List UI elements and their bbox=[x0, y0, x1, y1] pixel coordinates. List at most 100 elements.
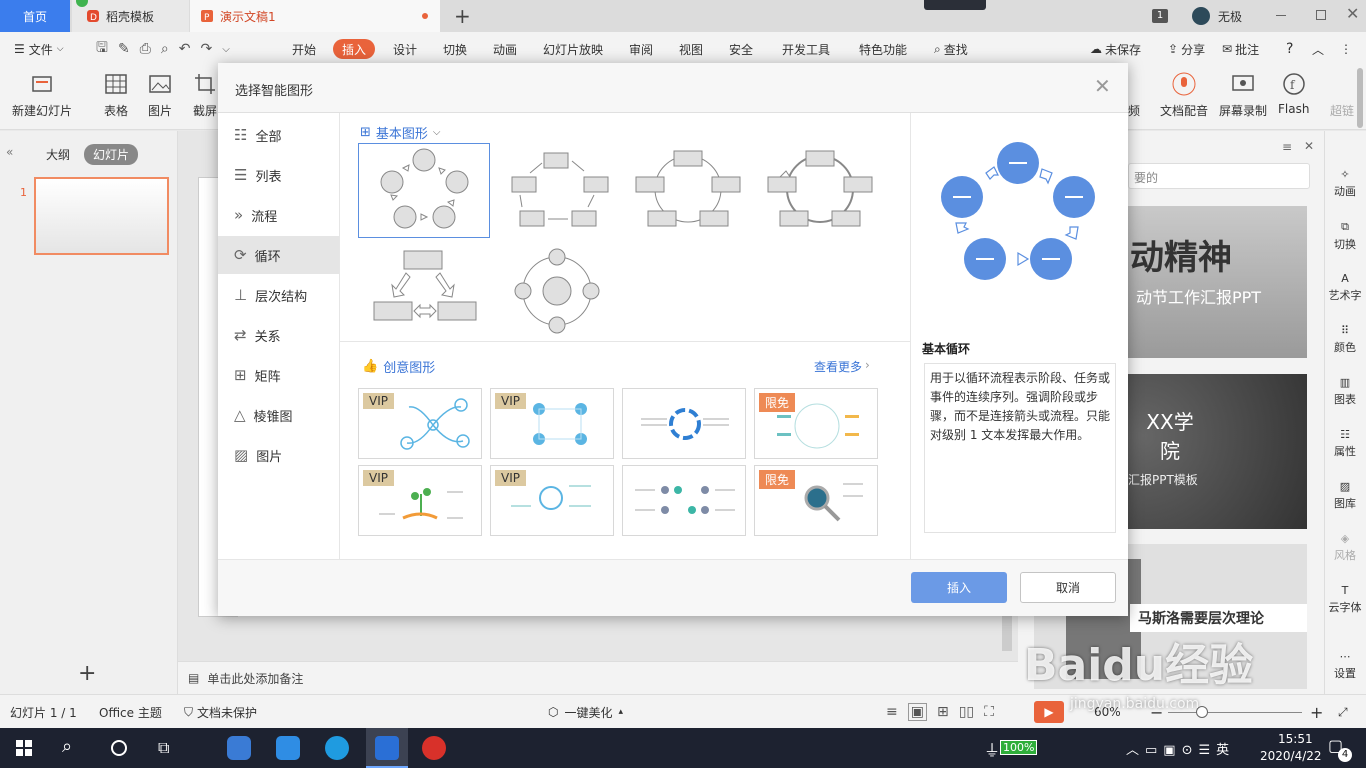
dialog-close-icon[interactable]: ✕ bbox=[1094, 74, 1111, 98]
screen-record-button[interactable]: 屏幕录制 bbox=[1219, 72, 1267, 119]
windows-start-icon[interactable] bbox=[16, 740, 32, 756]
help-button[interactable]: ? bbox=[1286, 32, 1293, 66]
menu-file[interactable]: ☰ 文件 ⌵ bbox=[14, 32, 64, 66]
tray-icons[interactable]: ︿▭▣⊙☰英 bbox=[1126, 739, 1235, 758]
right-bar-style[interactable]: ◈ 风格 bbox=[1324, 532, 1366, 563]
clock-date[interactable]: 2020/4/22 bbox=[1260, 749, 1322, 763]
category-relationship[interactable]: ⇄ 关系 bbox=[218, 316, 339, 354]
menu-start[interactable]: 开始 bbox=[292, 32, 316, 66]
clock-time[interactable]: 15:51 bbox=[1278, 732, 1313, 746]
new-tab-button[interactable]: + bbox=[454, 4, 471, 28]
audio-button[interactable]: 频 bbox=[1128, 72, 1140, 119]
category-hierarchy[interactable]: ⊥ 层次结构 bbox=[218, 276, 339, 314]
minimize-button[interactable] bbox=[1276, 15, 1286, 16]
play-button[interactable]: ▶ bbox=[1034, 701, 1064, 723]
normal-view-icon[interactable]: ▣ bbox=[907, 703, 927, 721]
customize-icon[interactable]: ⌵ bbox=[222, 44, 230, 55]
menu-developer[interactable]: 开发工具 bbox=[782, 32, 830, 66]
shape-nondirectional-cycle[interactable] bbox=[622, 143, 754, 238]
text-voice-button[interactable]: 文档配音 bbox=[1160, 72, 1208, 119]
category-cycle[interactable]: ⟳ 循环 bbox=[218, 236, 339, 274]
tab-document[interactable]: P 演示文稿1 bbox=[190, 0, 440, 32]
right-bar-chart[interactable]: ▥ 图表 bbox=[1324, 376, 1366, 407]
fullscreen-icon[interactable]: ⛶ bbox=[984, 704, 994, 720]
category-process[interactable]: » 流程 bbox=[218, 196, 339, 234]
menu-animation[interactable]: 动画 bbox=[493, 32, 517, 66]
user-avatar[interactable] bbox=[1192, 7, 1210, 25]
protect-status[interactable]: ⛉ 文档未保护 bbox=[184, 695, 257, 729]
menu-view[interactable]: 视图 bbox=[679, 32, 703, 66]
task-view-icon[interactable]: ⧉ bbox=[158, 738, 169, 758]
print-icon[interactable]: ⎙ bbox=[140, 41, 151, 57]
pane-search-input[interactable]: 要的 bbox=[1128, 163, 1310, 189]
creative-card-4[interactable]: 限免 bbox=[754, 388, 878, 459]
pane-menu-icon[interactable]: ≡ bbox=[1282, 140, 1292, 154]
collapse-pane-icon[interactable]: « bbox=[6, 145, 13, 159]
flash-button[interactable]: f Flash bbox=[1278, 72, 1309, 116]
category-list-item[interactable]: ☰ 列表 bbox=[218, 156, 339, 194]
right-bar-properties[interactable]: ☷ 属性 bbox=[1324, 428, 1366, 459]
menu-slideshow[interactable]: 幻灯片放映 bbox=[543, 32, 603, 66]
table-button[interactable]: 表格 bbox=[104, 72, 128, 119]
menu-insert[interactable]: 插入 bbox=[333, 39, 376, 59]
menu-features[interactable]: 特色功能 bbox=[859, 32, 907, 66]
category-all[interactable]: ☷ 全部 bbox=[218, 116, 339, 154]
superlink-button[interactable]: 超链 bbox=[1330, 72, 1354, 119]
creative-card-8[interactable]: 限免 bbox=[754, 465, 878, 536]
battery-indicator[interactable]: 100% bbox=[1000, 740, 1038, 755]
redo-icon[interactable]: ↷ bbox=[200, 41, 212, 57]
cancel-button[interactable]: 取消 bbox=[1020, 572, 1116, 603]
pane-close-icon[interactable]: ✕ bbox=[1304, 139, 1314, 153]
theme-name[interactable]: Office 主题 bbox=[99, 695, 162, 729]
format-painter-icon[interactable]: ✎ bbox=[118, 41, 130, 57]
menu-review[interactable]: 审阅 bbox=[629, 32, 653, 66]
insert-button[interactable]: 插入 bbox=[911, 572, 1007, 603]
right-bar-transition[interactable]: ⧉ 切换 bbox=[1324, 220, 1366, 252]
shape-continuous-cycle[interactable] bbox=[754, 143, 886, 238]
creative-card-3[interactable] bbox=[622, 388, 746, 459]
print-preview-icon[interactable]: ⌕ bbox=[161, 41, 169, 57]
category-picture[interactable]: ▨ 图片 bbox=[218, 436, 339, 474]
shape-basic-cycle[interactable] bbox=[358, 143, 490, 238]
tab-slides[interactable]: 幻灯片 bbox=[84, 144, 139, 165]
app-icon-1[interactable] bbox=[227, 736, 251, 760]
menu-security[interactable]: 安全 bbox=[729, 32, 753, 66]
canvas-scrollbar[interactable] bbox=[1002, 611, 1012, 651]
tab-docer[interactable]: D 稻壳模板 bbox=[72, 0, 189, 32]
collapse-ribbon-icon[interactable]: ︿ bbox=[1312, 32, 1324, 66]
comment-button[interactable]: ✉ 批注 bbox=[1222, 32, 1259, 66]
undo-icon[interactable]: ↶ bbox=[179, 41, 191, 57]
right-bar-animation[interactable]: ✧ 动画 bbox=[1324, 168, 1366, 199]
fit-window-icon[interactable]: ⤢ bbox=[1338, 695, 1348, 729]
ribbon-scrollbar[interactable] bbox=[1357, 68, 1363, 128]
menu-transition[interactable]: 切换 bbox=[443, 32, 467, 66]
tab-count-badge[interactable]: 1 bbox=[1152, 9, 1168, 23]
save-icon[interactable]: 🖫 bbox=[96, 37, 108, 61]
right-bar-cloudfont[interactable]: T 云字体 bbox=[1324, 584, 1366, 615]
cortana-icon[interactable] bbox=[111, 740, 127, 756]
creative-card-2[interactable]: VIP bbox=[490, 388, 614, 459]
user-name[interactable]: 无极 bbox=[1218, 8, 1242, 25]
wps-taskbar-icon[interactable] bbox=[366, 728, 408, 768]
shape-block-cycle[interactable] bbox=[490, 143, 622, 238]
slide-thumbnail[interactable] bbox=[34, 177, 169, 255]
notes-area[interactable]: ▤ 单击此处添加备注 bbox=[178, 661, 1018, 694]
see-more-link[interactable]: 查看更多 › bbox=[814, 358, 870, 375]
add-slide-button[interactable]: + bbox=[78, 661, 96, 686]
shape-arrow-triangle[interactable] bbox=[358, 243, 490, 338]
creative-card-5[interactable]: VIP bbox=[358, 465, 482, 536]
creative-card-1[interactable]: VIP bbox=[358, 388, 482, 459]
restore-button[interactable] bbox=[1316, 10, 1326, 20]
sorter-view-icon[interactable]: ⊞ bbox=[937, 704, 949, 720]
menu-design[interactable]: 设计 bbox=[393, 32, 417, 66]
beautify-button[interactable]: ⬡ 一键美化 ▴ bbox=[548, 695, 623, 729]
picture-button[interactable]: 图片 bbox=[148, 72, 172, 119]
more-icon[interactable]: ⋮ bbox=[1340, 32, 1352, 66]
screenshot-button[interactable]: 截屏 bbox=[193, 72, 217, 119]
zoom-in-button[interactable]: + bbox=[1310, 695, 1323, 729]
close-window-button[interactable]: ✕ bbox=[1346, 4, 1359, 23]
share-button[interactable]: ⇪ 分享 bbox=[1168, 32, 1205, 66]
menu-search[interactable]: ⌕ 查找 bbox=[934, 32, 968, 66]
category-matrix[interactable]: ⊞ 矩阵 bbox=[218, 356, 339, 394]
new-slide-button[interactable]: 新建幻灯片 bbox=[12, 72, 72, 119]
